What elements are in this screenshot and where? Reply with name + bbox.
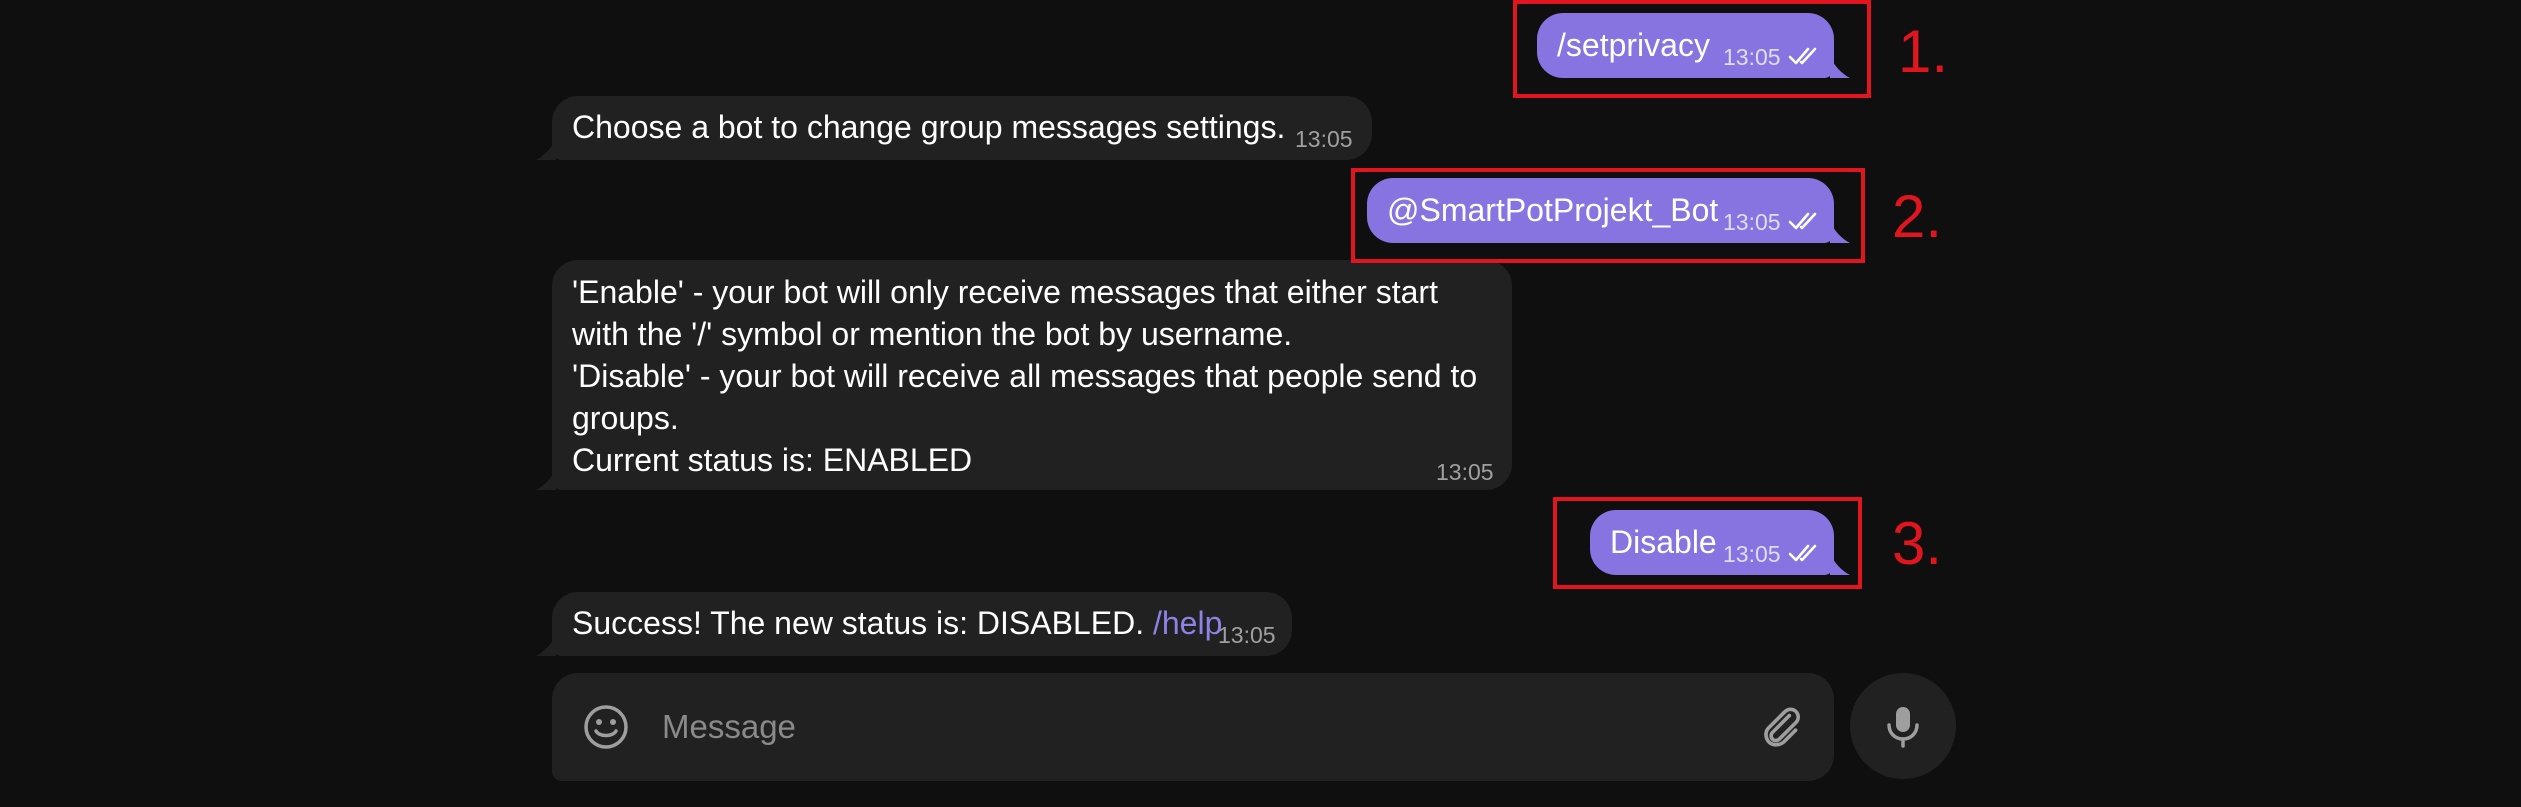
message-line: 'Disable' - your bot will receive all me…	[572, 358, 1478, 394]
smile-icon[interactable]	[582, 703, 630, 751]
message-input[interactable]	[662, 703, 1662, 751]
message-time: 13:05	[1436, 459, 1494, 485]
bubble-tail	[536, 468, 556, 490]
message-text: Choose a bot to change group messages se…	[572, 109, 1286, 145]
message-body: Success! The new status is: DISABLED.	[572, 605, 1145, 641]
voice-record-button[interactable]	[1850, 673, 1956, 779]
message-line: groups.	[572, 400, 679, 436]
message-time: 13:05	[1295, 126, 1353, 152]
incoming-message-bubble[interactable]: Choose a bot to change group messages se…	[552, 96, 1372, 160]
bubble-tail	[536, 138, 556, 160]
message-time: 13:05	[1218, 622, 1276, 648]
incoming-message-bubble[interactable]: 'Enable' - your bot will only receive me…	[552, 260, 1512, 490]
paperclip-icon[interactable]	[1756, 701, 1806, 751]
annotation-number-3: 3.	[1892, 510, 1943, 577]
message-text: Success! The new status is: DISABLED. /h…	[572, 602, 1222, 644]
message-line: Current status is: ENABLED	[572, 442, 973, 478]
annotation-box-3	[1553, 497, 1862, 589]
annotation-box-1	[1513, 0, 1871, 98]
help-command-link[interactable]: /help	[1153, 605, 1222, 641]
annotation-number-1: 1.	[1898, 18, 1949, 85]
annotation-box-2	[1351, 168, 1865, 263]
microphone-icon	[1887, 707, 1919, 748]
message-line: 'Enable' - your bot will only receive me…	[572, 274, 1438, 310]
incoming-message-bubble[interactable]: Success! The new status is: DISABLED. /h…	[552, 592, 1292, 656]
message-composer	[552, 673, 1834, 781]
bubble-tail	[536, 634, 556, 656]
message-line: with the '/' symbol or mention the bot b…	[572, 316, 1293, 352]
annotation-number-2: 2.	[1892, 183, 1943, 250]
